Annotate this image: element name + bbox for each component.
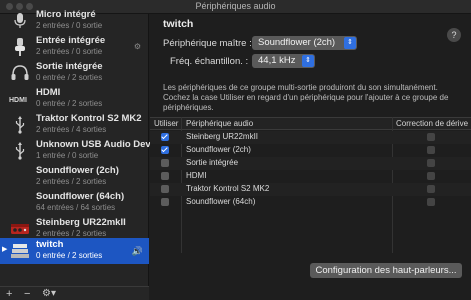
- disclosure-triangle-icon[interactable]: ▶: [2, 245, 7, 253]
- device-io: 0 entrée / 2 sorties: [36, 99, 103, 108]
- row-device-name: Soundflower (64ch): [186, 197, 256, 206]
- row-device-name: HDMI: [186, 171, 207, 180]
- usb-icon: [9, 116, 31, 134]
- use-checkbox[interactable]: [161, 159, 169, 167]
- use-checkbox[interactable]: [161, 185, 169, 193]
- device-item-entree-integree[interactable]: Entrée intégrée 2 entrées / 0 sortie ⚙: [0, 34, 149, 60]
- usb-icon: [9, 142, 31, 160]
- drift-correction-checkbox[interactable]: [427, 133, 435, 141]
- device-name: twitch: [36, 239, 64, 250]
- device-item-micro-integre[interactable]: Micro intégré 2 entrées / 0 sortie: [0, 8, 149, 34]
- table-header: Utiliser Périphérique audio Correction d…: [150, 117, 471, 130]
- table-row[interactable]: Soundflower (64ch): [150, 196, 471, 209]
- device-io: 64 entrées / 64 sorties: [36, 203, 116, 212]
- device-io: 2 entrées / 0 sortie: [36, 47, 103, 56]
- device-detail-panel: twitch ? Périphérique maître : Soundflow…: [150, 14, 471, 300]
- table-body: Steinberg UR22mkII Soundflower (2ch) Sor…: [150, 130, 471, 253]
- device-item-soundflower-2ch[interactable]: Soundflower (2ch) 2 entrées / 2 sorties: [0, 164, 149, 190]
- master-device-label: Périphérique maître :: [163, 38, 252, 49]
- master-device-select[interactable]: Soundflower (2ch) ⇕: [252, 36, 357, 50]
- configure-speakers-button[interactable]: Configuration des haut-parleurs...: [310, 263, 462, 278]
- device-name: Unknown USB Audio Devi...: [36, 139, 162, 150]
- sample-rate-value: 44,1 kHz: [258, 55, 296, 66]
- device-item-soundflower-64ch[interactable]: Soundflower (64ch) 64 entrées / 64 sorti…: [0, 190, 149, 216]
- microphone-icon: [9, 12, 31, 30]
- multi-output-icon: [9, 242, 31, 260]
- device-name: Soundflower (64ch): [36, 191, 125, 202]
- row-device-name: Sortie intégrée: [186, 158, 239, 167]
- speaker-icon: 🔊: [131, 246, 143, 256]
- device-item-unknown-usb[interactable]: Unknown USB Audio Devi... 1 entrée / 0 s…: [0, 138, 161, 164]
- device-io: 1 entrée / 0 sortie: [36, 151, 99, 160]
- row-device-name: Steinberg UR22mkII: [186, 132, 259, 141]
- table-row[interactable]: Steinberg UR22mkII: [150, 131, 471, 144]
- sample-rate-label: Fréq. échantillon. :: [170, 56, 249, 67]
- device-item-hdmi[interactable]: HDMI HDMI 0 entrée / 2 sorties: [0, 86, 149, 112]
- device-io: 2 entrées / 2 sorties: [36, 177, 107, 186]
- device-name: Micro intégré: [36, 9, 96, 20]
- remove-device-button[interactable]: −: [24, 287, 30, 300]
- line-in-icon: [9, 38, 31, 56]
- row-device-name: Traktor Kontrol S2 MK2: [186, 184, 270, 193]
- table-row[interactable]: Traktor Kontrol S2 MK2: [150, 183, 471, 196]
- use-checkbox[interactable]: [161, 146, 169, 154]
- device-item-sortie-integree[interactable]: Sortie intégrée 0 entrée / 2 sorties: [0, 60, 149, 86]
- group-description: Les périphériques de ce groupe multi-sor…: [163, 83, 449, 112]
- help-button[interactable]: ?: [447, 28, 461, 42]
- device-name: Traktor Kontrol S2 MK2: [36, 113, 142, 124]
- device-name: Entrée intégrée: [36, 35, 106, 46]
- svg-text:HDMI: HDMI: [9, 97, 27, 103]
- headphones-icon: [9, 64, 31, 82]
- use-checkbox[interactable]: [161, 172, 169, 180]
- chevron-updown-icon: ⇕: [302, 55, 314, 67]
- table-row[interactable]: Soundflower (2ch): [150, 144, 471, 157]
- master-device-value: Soundflower (2ch): [258, 37, 336, 48]
- drift-correction-checkbox[interactable]: [427, 159, 435, 167]
- device-name: HDMI: [36, 87, 61, 98]
- device-io: 2 entrées / 0 sortie: [36, 21, 103, 30]
- device-sidebar: Micro intégré 2 entrées / 0 sortie Entré…: [0, 9, 161, 300]
- drift-correction-checkbox[interactable]: [427, 185, 435, 193]
- device-name: Steinberg UR22mkII: [36, 217, 126, 228]
- device-io: 2 entrées / 4 sorties: [36, 125, 107, 134]
- header-device[interactable]: Périphérique audio: [186, 119, 253, 128]
- settings-gear-icon[interactable]: ⚙: [134, 42, 141, 51]
- use-checkbox[interactable]: [161, 198, 169, 206]
- device-io: 0 entrée / 2 sorties: [36, 73, 103, 82]
- header-drift[interactable]: Correction de dérive: [396, 119, 468, 128]
- page-title: twitch: [163, 18, 194, 30]
- sample-rate-select[interactable]: 44,1 kHz ⇕: [252, 54, 315, 68]
- table-row[interactable]: HDMI: [150, 170, 471, 183]
- add-device-button[interactable]: +: [6, 287, 12, 300]
- header-use[interactable]: Utiliser: [154, 119, 178, 128]
- device-name: Soundflower (2ch): [36, 165, 119, 176]
- chevron-updown-icon: ⇕: [344, 37, 356, 49]
- device-io: 0 entrée / 2 sorties: [36, 251, 103, 260]
- table-row[interactable]: Sortie intégrée: [150, 157, 471, 170]
- audio-interface-icon: [9, 220, 31, 238]
- drift-correction-checkbox[interactable]: [427, 172, 435, 180]
- device-name: Sortie intégrée: [36, 61, 103, 72]
- drift-correction-checkbox[interactable]: [427, 146, 435, 154]
- sidebar-toolbar: + − ⚙▾: [0, 286, 149, 300]
- row-device-name: Soundflower (2ch): [186, 145, 251, 154]
- gear-menu-button[interactable]: ⚙▾: [42, 287, 56, 300]
- device-table: Utiliser Périphérique audio Correction d…: [150, 117, 471, 253]
- device-item-twitch[interactable]: ▶ twitch 0 entrée / 2 sorties 🔊: [0, 238, 149, 264]
- device-item-traktor[interactable]: Traktor Kontrol S2 MK2 2 entrées / 4 sor…: [0, 112, 149, 138]
- device-io: 2 entrées / 2 sorties: [36, 229, 107, 238]
- drift-correction-checkbox[interactable]: [427, 198, 435, 206]
- hdmi-icon: HDMI: [9, 90, 31, 108]
- use-checkbox[interactable]: [161, 133, 169, 141]
